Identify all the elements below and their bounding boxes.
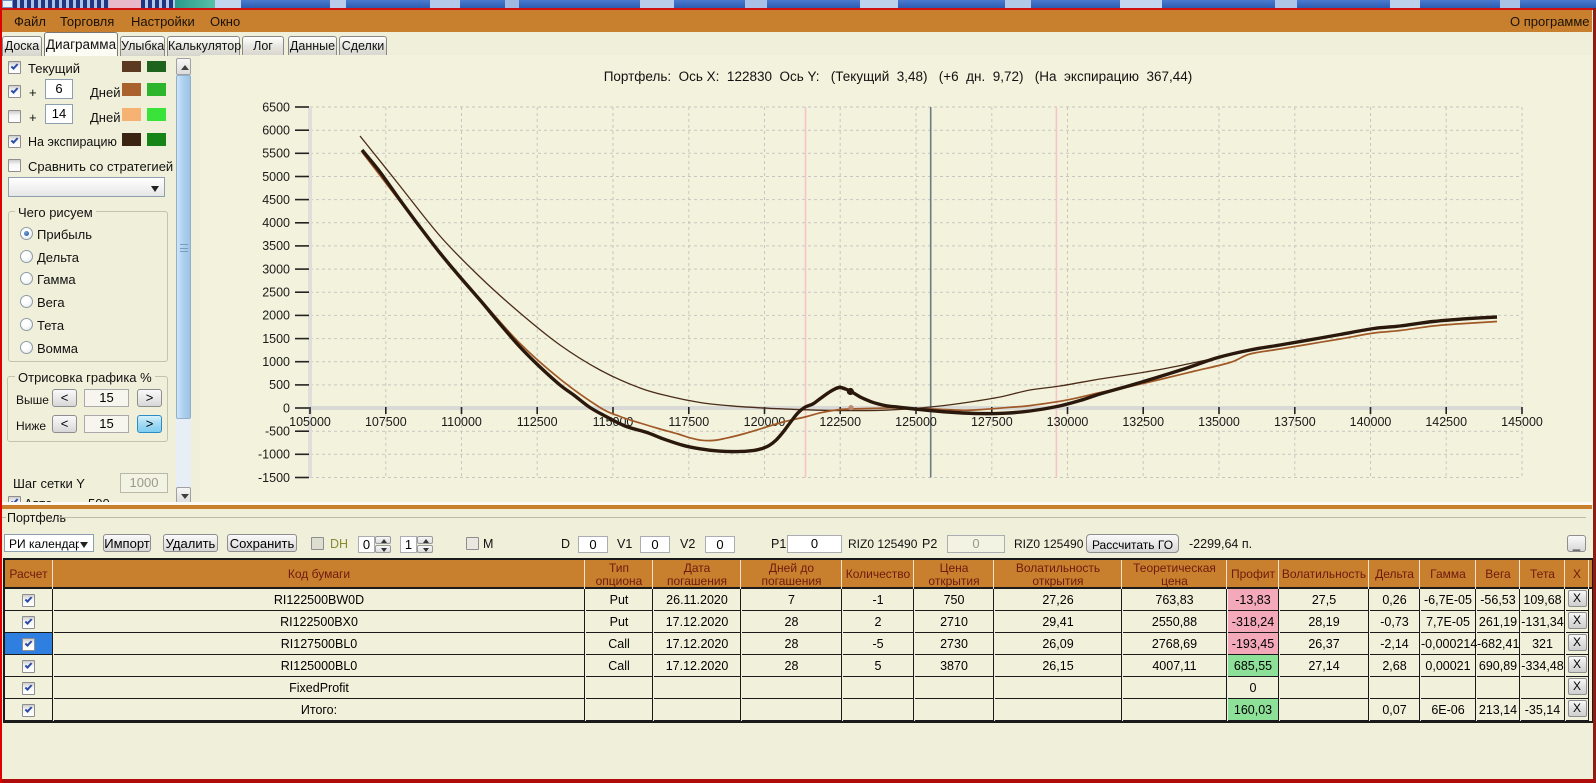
svg-text:3000: 3000 <box>262 262 290 276</box>
svg-text:Портфель: Ось X: 122830 Ось: Портфель: Ось X: 122830 Ось Y: (Текущий … <box>604 69 1193 84</box>
svg-text:137500: 137500 <box>1274 415 1316 429</box>
svg-text:125000: 125000 <box>895 415 937 429</box>
svg-text:122500: 122500 <box>819 415 861 429</box>
svg-text:132500: 132500 <box>1122 415 1164 429</box>
svg-text:2000: 2000 <box>262 309 290 323</box>
svg-text:-500: -500 <box>265 425 290 439</box>
svg-text:3500: 3500 <box>262 239 290 253</box>
svg-text:1500: 1500 <box>262 332 290 346</box>
svg-text:5000: 5000 <box>262 170 290 184</box>
svg-text:4500: 4500 <box>262 193 290 207</box>
svg-text:135000: 135000 <box>1198 415 1240 429</box>
svg-text:105000: 105000 <box>289 415 331 429</box>
svg-text:0: 0 <box>283 401 290 415</box>
svg-text:6500: 6500 <box>262 100 290 114</box>
svg-text:112500: 112500 <box>517 415 558 429</box>
svg-text:117500: 117500 <box>668 415 709 429</box>
svg-text:5500: 5500 <box>262 147 290 161</box>
svg-text:142500: 142500 <box>1425 415 1467 429</box>
svg-text:-1000: -1000 <box>258 448 290 462</box>
svg-text:145000: 145000 <box>1501 415 1543 429</box>
svg-text:127500: 127500 <box>971 415 1013 429</box>
svg-text:107500: 107500 <box>365 415 407 429</box>
svg-text:2500: 2500 <box>262 286 290 300</box>
svg-text:4000: 4000 <box>262 216 290 230</box>
svg-text:130000: 130000 <box>1047 415 1089 429</box>
svg-text:-1500: -1500 <box>258 471 290 485</box>
svg-text:1000: 1000 <box>262 355 290 369</box>
svg-text:500: 500 <box>269 378 290 392</box>
svg-text:110000: 110000 <box>441 415 482 429</box>
svg-text:6000: 6000 <box>262 124 290 138</box>
svg-text:140000: 140000 <box>1350 415 1392 429</box>
